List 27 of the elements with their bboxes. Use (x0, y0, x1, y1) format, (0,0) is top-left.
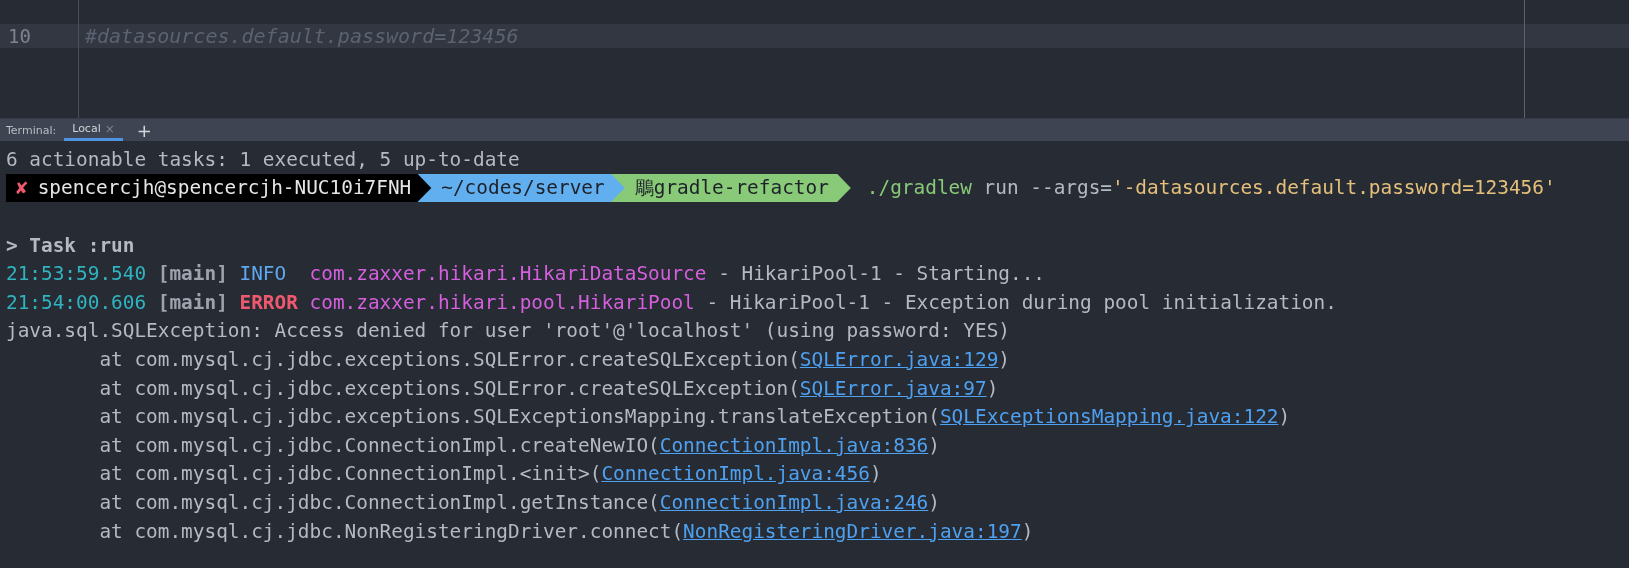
terminal-label: Terminal: (6, 123, 57, 137)
close-icon[interactable]: × (104, 121, 115, 136)
terminal-line: java.sql.SQLException: Access denied for user 'root'@'localhost' (using password: YES) (6, 318, 1011, 345)
prompt-branch-segment: 鵰gradle-refactor (610, 173, 851, 203)
new-tab-button[interactable]: + (130, 119, 158, 141)
source-link[interactable]: ConnectionImpl.java:836 (659, 433, 929, 457)
prompt-path-segment: ~/codes/server (417, 173, 627, 203)
source-link[interactable]: SQLError.java:129 (799, 347, 999, 371)
terminal-line: at com.mysql.cj.jdbc.ConnectionImpl.createNewIO(ConnectionImpl.java:836) (98, 432, 941, 459)
terminal-line: at com.mysql.cj.jdbc.exceptions.SQLError.createSQLException(SQLError.java:129) (98, 346, 1011, 373)
terminal-line: at com.mysql.cj.jdbc.ConnectionImpl.getInstance(ConnectionImpl.java:246) (98, 489, 941, 516)
terminal-line: at com.mysql.cj.jdbc.exceptions.SQLExceptionsMapping.translateException(SQLExceptionsMapping.java:122) (98, 404, 1292, 431)
terminal-line: at com.mysql.cj.jdbc.ConnectionImpl.<init>(ConnectionImpl.java:456) (98, 461, 883, 488)
source-link[interactable]: NonRegisteringDriver.java:197 (683, 519, 1022, 543)
terminal-line: 6 actionable tasks: 1 executed, 5 up-to-date (6, 146, 521, 173)
terminal-line: at com.mysql.cj.jdbc.exceptions.SQLError.createSQLException(SQLError.java:97) (98, 375, 1000, 402)
source-link[interactable]: ConnectionImpl.java:456 (601, 462, 870, 486)
source-link[interactable]: ConnectionImpl.java:246 (659, 490, 929, 514)
terminal-line: 21:54:00.606 [main] ERROR com.zaxxer.hikari.pool.HikariPool - HikariPool-1 - Exception during pool initialization. (6, 289, 1338, 316)
command-text: ./gradlew run --args='-datasources.default.password=123456' (866, 176, 1556, 200)
terminal-line: at com.mysql.cj.jdbc.NonRegisteringDriver.connect(NonRegisteringDriver.java:197) (98, 518, 1035, 545)
terminal-line: 21:53:59.540 [main] INFO com.zaxxer.hikari.HikariDataSource - HikariPool-1 - Starting... (6, 261, 1047, 288)
source-link[interactable]: SQLExceptionsMapping.java:122 (939, 405, 1279, 429)
terminal-line: > Task :run (6, 232, 136, 259)
source-link[interactable]: SQLError.java:97 (799, 376, 987, 400)
terminal-tab[interactable]: Local × (64, 119, 123, 141)
line-number: 10 (7, 25, 31, 47)
